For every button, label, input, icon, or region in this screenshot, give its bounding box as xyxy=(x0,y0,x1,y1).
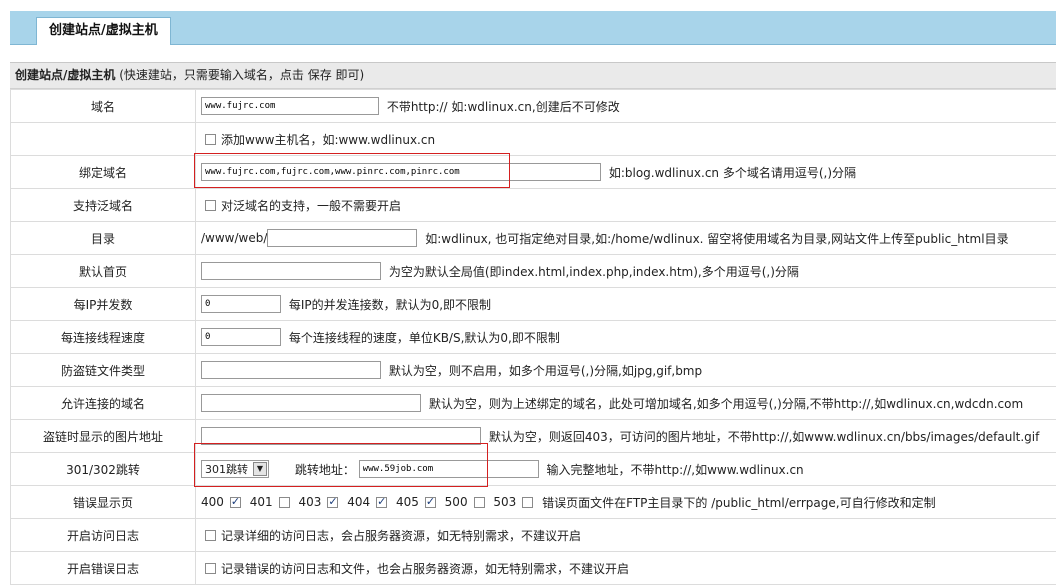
add-www-checkbox[interactable] xyxy=(205,134,216,145)
domain-input[interactable] xyxy=(201,97,379,115)
index-hint: 为空为默认全局值(即index.html,index.php,index.htm… xyxy=(389,265,799,279)
error-code-400: 400 xyxy=(201,495,224,509)
error-500-checkbox[interactable] xyxy=(474,497,485,508)
speed-input[interactable] xyxy=(201,328,281,346)
dir-prefix: /www/web/ xyxy=(201,231,267,245)
error-pages-hint: 错误页面文件在FTP主目录下的 /public_html/errpage,可自行… xyxy=(542,496,935,510)
row-hotlink-types: 防盗链文件类型 默认为空，则不启用，如多个用逗号(,)分隔,如jpg,gif,b… xyxy=(11,354,1056,387)
wildcard-checkbox[interactable] xyxy=(205,200,216,211)
per-ip-input[interactable] xyxy=(201,295,281,313)
error-log-checkbox[interactable] xyxy=(205,563,216,574)
bind-hint: 如:blog.wdlinux.cn 多个域名请用逗号(,)分隔 xyxy=(609,166,856,180)
label-domain: 域名 xyxy=(11,90,196,123)
allowed-domains-input[interactable] xyxy=(201,394,421,412)
redirect-target-input[interactable] xyxy=(359,460,539,478)
error-405-checkbox[interactable] xyxy=(425,497,436,508)
label-wildcard: 支持泛域名 xyxy=(11,189,196,222)
row-hotlink-image: 盗链时显示的图片地址 默认为空，则返回403，可访问的图片地址，不带http:/… xyxy=(11,420,1056,453)
redirect-type-select[interactable]: 301跳转 ▼ xyxy=(201,460,269,478)
bind-domain-input[interactable] xyxy=(201,163,601,181)
error-401-checkbox[interactable] xyxy=(279,497,290,508)
row-speed: 每连接线程速度 每个连接线程的速度，单位KB/S,默认为0,即不限制 xyxy=(11,321,1056,354)
row-dir: 目录 /www/web/ 如:wdlinux, 也可指定绝对目录,如:/home… xyxy=(11,222,1056,255)
chevron-down-icon[interactable]: ▼ xyxy=(253,462,267,476)
redirect-type-value: 301跳转 xyxy=(205,463,248,476)
panel-title-note: (快速建站，只需要输入域名，点击 保存 即可) xyxy=(115,68,364,82)
error-code-500: 500 xyxy=(445,495,468,509)
create-site-panel: 创建站点/虚拟主机 (快速建站，只需要输入域名，点击 保存 即可) 域名 不带h… xyxy=(10,62,1056,583)
row-bind: 绑定域名 如:blog.wdlinux.cn 多个域名请用逗号(,)分隔 xyxy=(11,156,1056,189)
panel-title-bold: 创建站点/虚拟主机 xyxy=(15,68,115,82)
hotlink-image-hint: 默认为空，则返回403，可访问的图片地址，不带http://,如www.wdli… xyxy=(489,430,1040,444)
speed-hint: 每个连接线程的速度，单位KB/S,默认为0,即不限制 xyxy=(289,331,560,345)
error-code-401: 401 xyxy=(250,495,273,509)
error-code-503: 503 xyxy=(493,495,516,509)
label-speed: 每连接线程速度 xyxy=(11,321,196,354)
error-403-checkbox[interactable] xyxy=(327,497,338,508)
domain-hint: 不带http:// 如:wdlinux.cn,创建后不可修改 xyxy=(387,100,620,114)
tab-create-site[interactable]: 创建站点/虚拟主机 xyxy=(36,17,171,45)
label-per-ip: 每IP并发数 xyxy=(11,288,196,321)
row-wildcard: 支持泛域名 对泛域名的支持，一般不需要开启 xyxy=(11,189,1056,222)
dir-hint: 如:wdlinux, 也可指定绝对目录,如:/home/wdlinux. 留空将… xyxy=(425,232,1008,246)
label-hotlink-types: 防盗链文件类型 xyxy=(11,354,196,387)
error-code-403: 403 xyxy=(298,495,321,509)
label-bind: 绑定域名 xyxy=(11,156,196,189)
hotlink-types-hint: 默认为空，则不启用，如多个用逗号(,)分隔,如jpg,gif,bmp xyxy=(389,364,702,378)
dir-input[interactable] xyxy=(267,229,417,247)
row-redirect: 301/302跳转 301跳转 ▼ 跳转地址： 输入完整地址，不带http://,… xyxy=(11,453,1056,486)
label-hotlink-image: 盗链时显示的图片地址 xyxy=(11,420,196,453)
access-log-checkbox[interactable] xyxy=(205,530,216,541)
allowed-domains-hint: 默认为空，则为上述绑定的域名，此处可增加域名,如多个用逗号(,)分隔,不带htt… xyxy=(429,397,1023,411)
error-code-405: 405 xyxy=(396,495,419,509)
row-error-pages: 错误显示页 400 401 403 404 405 500 503 错误页面文件… xyxy=(11,486,1056,519)
hotlink-image-input[interactable] xyxy=(201,427,481,445)
error-503-checkbox[interactable] xyxy=(522,497,533,508)
row-add-www: 添加www主机名，如:www.wdlinux.cn xyxy=(11,123,1056,156)
redirect-hint: 输入完整地址，不带http://,如www.wdlinux.cn xyxy=(547,463,804,477)
error-log-label: 记录错误的访问日志和文件，也会占服务器资源，如无特别需求，不建议开启 xyxy=(221,562,629,576)
wildcard-label: 对泛域名的支持，一般不需要开启 xyxy=(221,199,401,213)
access-log-label: 记录详细的访问日志，会占服务器资源，如无特别需求，不建议开启 xyxy=(221,529,581,543)
error-404-checkbox[interactable] xyxy=(376,497,387,508)
row-index: 默认首页 为空为默认全局值(即index.html,index.php,inde… xyxy=(11,255,1056,288)
label-index: 默认首页 xyxy=(11,255,196,288)
label-access-log: 开启访问日志 xyxy=(11,519,196,552)
row-error-log: 开启错误日志 记录错误的访问日志和文件，也会占服务器资源，如无特别需求，不建议开… xyxy=(11,552,1056,585)
add-www-label: 添加www主机名，如:www.wdlinux.cn xyxy=(221,133,435,147)
label-error-pages: 错误显示页 xyxy=(11,486,196,519)
label-dir: 目录 xyxy=(11,222,196,255)
row-access-log: 开启访问日志 记录详细的访问日志，会占服务器资源，如无特别需求，不建议开启 xyxy=(11,519,1056,552)
error-code-404: 404 xyxy=(347,495,370,509)
panel-title: 创建站点/虚拟主机 (快速建站，只需要输入域名，点击 保存 即可) xyxy=(10,63,1056,89)
row-allowed-domains: 允许连接的域名 默认为空，则为上述绑定的域名，此处可增加域名,如多个用逗号(,)… xyxy=(11,387,1056,420)
label-redirect: 301/302跳转 xyxy=(11,453,196,486)
tab-bar: 创建站点/虚拟主机 xyxy=(10,11,1056,45)
redirect-target-label: 跳转地址： xyxy=(295,463,355,477)
per-ip-hint: 每IP的并发连接数，默认为0,即不限制 xyxy=(289,298,491,312)
error-400-checkbox[interactable] xyxy=(230,497,241,508)
index-input[interactable] xyxy=(201,262,381,280)
row-per-ip: 每IP并发数 每IP的并发连接数，默认为0,即不限制 xyxy=(11,288,1056,321)
hotlink-types-input[interactable] xyxy=(201,361,381,379)
label-allowed-domains: 允许连接的域名 xyxy=(11,387,196,420)
row-domain: 域名 不带http:// 如:wdlinux.cn,创建后不可修改 xyxy=(11,90,1056,123)
label-error-log: 开启错误日志 xyxy=(11,552,196,585)
site-form: 域名 不带http:// 如:wdlinux.cn,创建后不可修改 添加www主… xyxy=(10,89,1056,585)
